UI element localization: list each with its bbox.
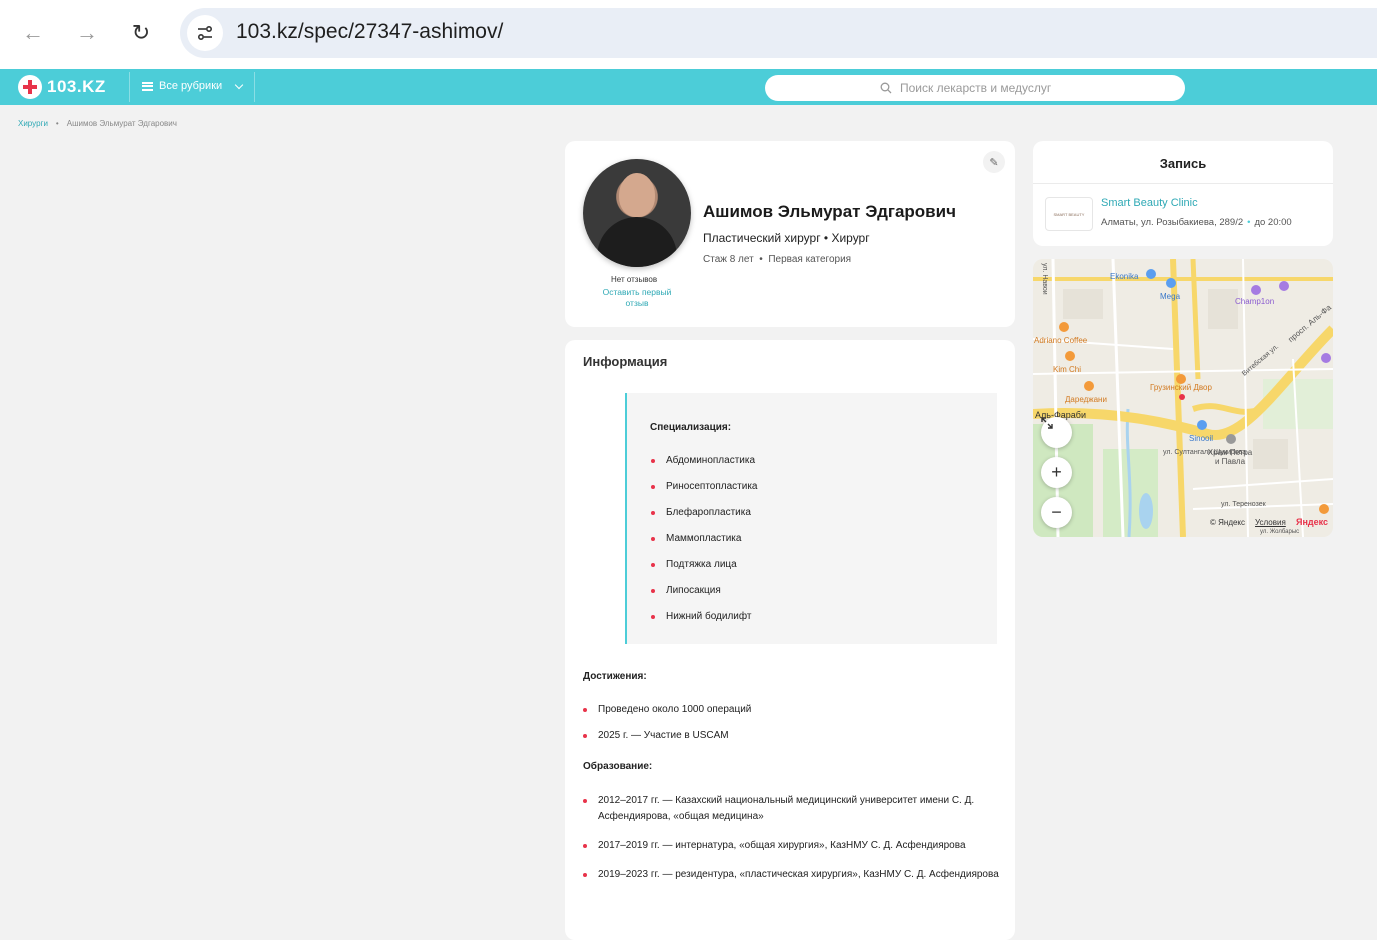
site-info-icon[interactable] — [187, 15, 223, 51]
breadcrumb: Хирурги • Ашимов Эльмурат Эдгарович — [18, 119, 177, 128]
zoom-out-icon[interactable]: − — [1041, 497, 1072, 528]
all-rubrics-button[interactable]: Все рубрики — [142, 80, 244, 92]
search-box[interactable] — [765, 75, 1185, 101]
site-header: 103.KZ Все рубрики — [0, 69, 1377, 105]
specialization-list: Абдоминопластика Риносептопластика Блефа… — [651, 454, 757, 636]
yandex-logo[interactable]: Яндекс — [1296, 517, 1328, 527]
map-poi-label: Mega — [1160, 292, 1181, 301]
divider — [1033, 183, 1333, 184]
map-poi-label: Champ1on — [1235, 297, 1275, 306]
search-input[interactable] — [900, 81, 1070, 95]
doctor-specialties: Пластический хирург • Хирург — [703, 231, 870, 245]
doctor-avatar — [583, 159, 691, 267]
search-icon — [880, 82, 892, 94]
breadcrumb-separator: • — [55, 119, 59, 128]
specialization-block: Специализация: Абдоминопластика Риносепт… — [625, 393, 997, 644]
url-text[interactable]: 103.kz/spec/27347-ashimov/ — [236, 20, 503, 44]
list-item: Маммопластика — [651, 532, 757, 545]
menu-icon — [142, 81, 153, 91]
achievements-list: Проведено около 1000 операций 2025 г. — … — [583, 703, 1003, 755]
header-divider — [129, 72, 130, 102]
list-item: Риносептопластика — [651, 480, 757, 493]
education-heading: Образование: — [583, 761, 653, 772]
no-reviews-text: Нет отзывов — [611, 275, 658, 284]
achievements-heading: Достижения: — [583, 671, 647, 682]
breadcrumb-current: Ашимов Эльмурат Эдгарович — [66, 119, 177, 128]
doctor-name: Ашимов Эльмурат Эдгарович — [703, 202, 956, 221]
map-street-label: ул. Навои — [1041, 263, 1048, 295]
clinic-location-pin — [1179, 394, 1185, 400]
leave-first-review-link[interactable]: Оставить первый отзыв — [591, 287, 683, 309]
fullscreen-expand-icon[interactable] — [1041, 417, 1072, 448]
map-street-label: ул. Султангали Шукирова — [1163, 449, 1247, 456]
list-item: Абдоминопластика — [651, 454, 757, 467]
zoom-in-icon[interactable]: + — [1041, 457, 1072, 488]
clinic-hours: до 20:00 — [1254, 217, 1292, 228]
header-divider — [254, 72, 255, 102]
map-copyright: © Яндекс — [1210, 518, 1246, 527]
clinic-logo-text: SMART BEAUTY — [1053, 211, 1085, 217]
list-item: Подтяжка лица — [651, 558, 757, 571]
map-street-label: ул. Жолбарыс — [1260, 529, 1300, 535]
map-poi-label: Kim Chi — [1053, 365, 1082, 374]
information-card: Информация Специализация: Абдоминопласти… — [565, 340, 1015, 940]
list-item: Проведено около 1000 операций — [583, 703, 1003, 716]
map-poi-label: Грузинский Двор — [1150, 383, 1212, 392]
rubrics-label: Все рубрики — [159, 80, 223, 92]
back-arrow-icon[interactable]: ← — [18, 18, 48, 48]
yandex-map[interactable]: Ekonika Mega Champ1on Adriano Coffee Kim… — [1033, 259, 1333, 537]
breadcrumb-link-surgeons[interactable]: Хирурги — [18, 119, 48, 128]
site-logo[interactable]: 103.KZ — [18, 75, 106, 99]
reload-icon[interactable]: ↻ — [126, 18, 156, 48]
booking-title: Запись — [1159, 156, 1207, 171]
map-poi-label: Adriano Coffee — [1034, 336, 1088, 345]
specialization-heading: Специализация: — [650, 422, 732, 433]
list-item: Нижний бодилифт — [651, 610, 757, 623]
clinic-logo[interactable]: SMART BEAUTY — [1045, 197, 1093, 231]
list-item: Липосакция — [651, 584, 757, 597]
doctor-experience: Стаж 8 лет • Первая категория — [703, 254, 852, 265]
map-poi-label: Sinooil — [1189, 434, 1214, 443]
list-item: 2017–2019 гг. — интернатура, «общая хиру… — [583, 838, 1003, 854]
doctor-profile-card: Нет отзывов Оставить первый отзыв Ашимов… — [565, 141, 1015, 327]
list-item: Блефаропластика — [651, 506, 757, 519]
medical-cross-icon — [18, 75, 42, 99]
map-poi-label: Ekonika — [1110, 272, 1139, 281]
clinic-address: Алматы, ул. Розыбакиева, 289/2 — [1101, 217, 1244, 228]
logo-text: 103.KZ — [47, 77, 106, 96]
avatar-head-shape — [619, 173, 655, 217]
browser-toolbar: ← → ↻ 103.kz/spec/27347-ashimov/ — [0, 0, 1377, 69]
clinic-name-link[interactable]: Smart Beauty Clinic — [1101, 197, 1198, 209]
map-terms-link[interactable]: Условия — [1255, 518, 1286, 527]
booking-card: Запись SMART BEAUTY Smart Beauty Clinic … — [1033, 141, 1333, 246]
separator-dot: • — [1247, 217, 1251, 228]
list-item: 2025 г. — Участие в USCAM — [583, 729, 1003, 742]
list-item: 2012–2017 гг. — Казахский национальный м… — [583, 793, 1003, 825]
forward-arrow-icon[interactable]: → — [72, 18, 102, 48]
edit-pencil-icon[interactable]: ✎ — [983, 151, 1005, 173]
clinic-address-line: Алматы, ул. Розыбакиева, 289/2 • до 20:00 — [1101, 217, 1292, 228]
information-title: Информация — [583, 354, 668, 369]
education-list: 2012–2017 гг. — Казахский национальный м… — [583, 793, 1003, 896]
map-poi-label: Дареджани — [1065, 395, 1107, 404]
map-street-label: ул. Теренозек — [1221, 501, 1266, 508]
list-item: 2019–2023 гг. — резидентура, «пластическ… — [583, 867, 1003, 883]
address-bar[interactable]: 103.kz/spec/27347-ashimov/ — [180, 8, 1377, 58]
chevron-down-icon — [234, 80, 244, 89]
avatar-body-shape — [597, 217, 677, 267]
